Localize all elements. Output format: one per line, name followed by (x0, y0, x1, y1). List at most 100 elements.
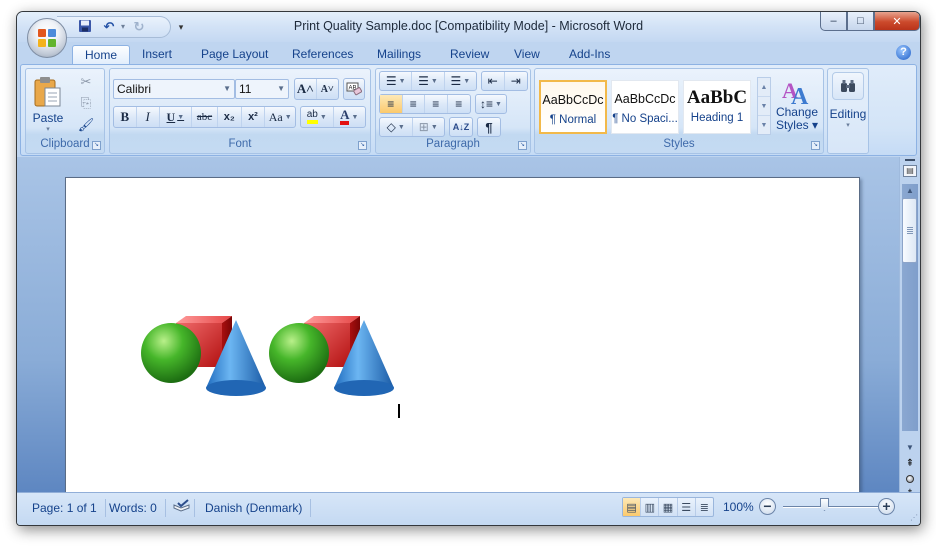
scroll-up-button[interactable]: ▲ (902, 184, 918, 198)
cut-button[interactable]: ✂ (76, 73, 96, 91)
clipboard-dialog-launcher[interactable]: ↘ (92, 141, 101, 150)
tab-page-layout[interactable]: Page Layout (201, 45, 268, 64)
gallery-down-button[interactable]: ▼ (758, 97, 770, 116)
split-handle[interactable] (905, 159, 915, 161)
paragraph-dialog-launcher[interactable]: ↘ (518, 141, 527, 150)
paragraph-group-label: Paragraph (426, 138, 480, 150)
tab-add-ins[interactable]: Add-Ins (569, 45, 610, 64)
resize-grip-icon[interactable]: ⋰ (910, 513, 918, 522)
style-normal[interactable]: AaBbCcDc ¶ Normal (539, 80, 607, 134)
line-spacing-button[interactable]: ↕≡ ▼ (476, 95, 506, 113)
font-dialog-launcher[interactable]: ↘ (358, 141, 367, 150)
tab-review[interactable]: Review (450, 45, 489, 64)
maximize-button[interactable]: □ (847, 12, 874, 31)
bullets-button[interactable]: ☰ ▼ (380, 72, 413, 90)
tab-insert[interactable]: Insert (142, 45, 172, 64)
gallery-up-button[interactable]: ▲ (758, 78, 770, 97)
line-spacing-icon: ↕≡ (480, 97, 494, 111)
font-name-combo[interactable]: Calibri ▼ (113, 79, 235, 99)
bold-button[interactable]: B (114, 107, 137, 127)
align-right-button[interactable]: ≡ (425, 95, 448, 113)
clear-formatting-button[interactable]: AB (344, 79, 364, 99)
group-editing[interactable]: Editing ▾ (827, 68, 869, 154)
increase-indent-button[interactable]: ⇥ (505, 72, 527, 90)
zoom-slider-thumb[interactable] (820, 498, 829, 511)
save-button[interactable] (77, 19, 93, 35)
decrease-indent-button[interactable]: ⇤ (482, 72, 505, 90)
format-painter-button[interactable]: 🖌 (76, 116, 96, 134)
office-button[interactable] (27, 18, 67, 58)
full-screen-reading-button[interactable]: ▥ (641, 498, 660, 516)
ribbon-tabs: Home Insert Page Layout References Maili… (17, 42, 920, 64)
proofing-status[interactable] (165, 499, 195, 517)
align-left-button[interactable]: ≡ (380, 95, 403, 113)
web-layout-button[interactable]: ▦ (659, 498, 678, 516)
center-button[interactable]: ≡ (403, 95, 425, 113)
change-styles-button[interactable]: AA Change Styles ▾ (773, 71, 821, 137)
multilevel-list-button[interactable]: ☰ ▼ (445, 72, 476, 90)
superscript-button[interactable]: x² (242, 107, 266, 127)
scroll-thumb[interactable] (902, 198, 917, 263)
save-icon (79, 20, 91, 32)
print-layout-button[interactable]: ▤ (623, 498, 642, 516)
alignment-set: ≡ ≡ ≡ ≡ (379, 94, 471, 114)
language-indicator[interactable]: Danish (Denmark) (197, 499, 312, 517)
vertical-scrollbar[interactable]: ▤ ▲ ▼ ⇞ ⇟ (899, 157, 920, 499)
zoom-slider-track[interactable] (783, 506, 883, 507)
font-group-label: Font (228, 138, 252, 150)
word-count[interactable]: Words: 0 (101, 499, 166, 517)
previous-page-button[interactable]: ⇞ (902, 457, 918, 471)
highlight-button[interactable]: ab ▼ (301, 107, 334, 127)
subscript-button[interactable]: x₂ (218, 107, 242, 127)
title-bar: Print Quality Sample.doc [Compatibility … (17, 12, 920, 42)
undo-dropdown[interactable]: ▾ (115, 19, 131, 35)
redo-button[interactable]: ↻ (131, 19, 147, 35)
show-formatting-marks-button[interactable]: ¶ (478, 118, 500, 136)
minimize-button[interactable]: – (820, 12, 847, 31)
draft-button[interactable]: ≣ (696, 498, 713, 516)
borders-button[interactable]: ⊞ ▼ (413, 118, 445, 136)
help-button[interactable]: ? (896, 45, 911, 60)
grow-font-button[interactable]: A˄ (295, 79, 317, 99)
chevron-down-icon: ▼ (351, 113, 359, 121)
sort-button[interactable]: A↓Z (450, 118, 472, 136)
style-heading-1[interactable]: AaBbC Heading 1 (683, 80, 751, 134)
tab-home[interactable]: Home (72, 45, 131, 64)
styles-dialog-launcher[interactable]: ↘ (811, 141, 820, 150)
select-browse-object-button[interactable] (906, 475, 914, 483)
styles-gallery-scroll: ▲ ▼ ▼ (757, 77, 771, 135)
shrink-font-button[interactable]: A˅ (317, 79, 338, 99)
font-color-button[interactable]: A ▼ (334, 107, 366, 127)
zoom-out-button[interactable]: − (759, 498, 776, 515)
italic-button[interactable]: I (137, 107, 160, 127)
page-indicator[interactable]: Page: 1 of 1 (24, 499, 106, 517)
numbering-button[interactable]: ☰ ▼ (412, 72, 445, 90)
tab-view[interactable]: View (514, 45, 540, 64)
font-size-combo[interactable]: 11 ▼ (235, 79, 289, 99)
font-size-value: 11 (239, 82, 252, 96)
justify-button[interactable]: ≡ (448, 95, 470, 113)
view-ruler-button[interactable]: ▤ (903, 165, 917, 177)
tab-references[interactable]: References (292, 45, 353, 64)
gallery-more-button[interactable]: ▼ (758, 116, 770, 135)
zoom-in-button[interactable]: + (878, 498, 895, 515)
find-icon-button[interactable] (832, 72, 864, 100)
copy-button[interactable]: ⎘ (76, 94, 96, 112)
document-page[interactable] (65, 177, 860, 507)
outline-button[interactable]: ☰ (678, 498, 696, 516)
close-button[interactable]: ✕ (874, 12, 920, 31)
shading-button[interactable]: ◇ ▼ (380, 118, 413, 136)
style-sample: AaBbCcDc (542, 93, 604, 107)
paste-button[interactable]: Paste ▾ (28, 71, 68, 137)
style-no-spacing[interactable]: AaBbCcDc ¶ No Spaci... (611, 80, 679, 134)
customize-qat-button[interactable]: ▾ (173, 19, 189, 35)
style-name: Heading 1 (690, 112, 744, 124)
scroll-down-button[interactable]: ▼ (902, 441, 918, 455)
tab-mailings[interactable]: Mailings (377, 45, 421, 64)
change-case-button[interactable]: Aa ▼ (265, 107, 295, 127)
proofing-book-icon (173, 499, 190, 512)
zoom-level[interactable]: 100% (723, 500, 754, 514)
strikethrough-button[interactable]: abc (192, 107, 218, 127)
word-window: Print Quality Sample.doc [Compatibility … (16, 11, 921, 526)
underline-button[interactable]: U ▼ (160, 107, 193, 127)
